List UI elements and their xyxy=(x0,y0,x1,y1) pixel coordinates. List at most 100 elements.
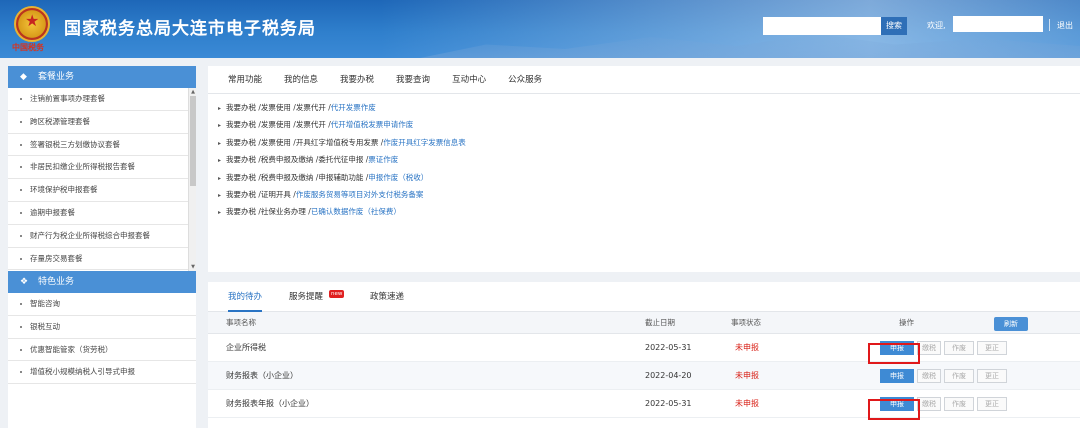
sidebar-item[interactable]: 财产行为税企业所得税综合申报套餐 xyxy=(8,225,196,248)
sidebar-section-featured[interactable]: ❖ 特色业务 xyxy=(8,271,196,293)
header-divider xyxy=(1049,19,1050,31)
sidebar-item[interactable]: 智能咨询 xyxy=(8,293,196,316)
pay-button[interactable]: 缴税 xyxy=(917,369,941,383)
sidebar-item[interactable]: 签署银税三方划缴协议套餐 xyxy=(8,134,196,157)
quick-link[interactable]: ▸ 我要办税 /证明开具 /作废服务贸易等项目对外支付税务备案 xyxy=(218,189,1080,206)
quick-link-list: ▸ 我要办税 /发票使用 /发票代开 /代开发票作废 ▸ 我要办税 /发票使用 /发… xyxy=(208,94,1080,224)
logout-link[interactable]: 退出 xyxy=(1057,20,1073,31)
bullet-icon xyxy=(20,189,22,192)
deadline: 2022-05-31 xyxy=(645,399,692,408)
correct-button[interactable]: 更正 xyxy=(977,341,1007,355)
new-badge: new xyxy=(329,290,345,298)
scroll-down-icon[interactable]: ▼ xyxy=(189,263,196,271)
tab-tax-handling[interactable]: 我要办税 xyxy=(340,66,374,93)
sidebar-item[interactable]: 存量房交易套餐 xyxy=(8,248,196,271)
pay-button[interactable]: 缴税 xyxy=(917,341,941,355)
void-button[interactable]: 作废 xyxy=(944,369,974,383)
correct-button[interactable]: 更正 xyxy=(977,369,1007,383)
quick-links-panel: 常用功能 我的信息 我要办税 我要查询 互动中心 公众服务 ▸ 我要办税 /发票使… xyxy=(208,66,1080,272)
tab-my-info[interactable]: 我的信息 xyxy=(284,66,318,93)
tab-service-reminder[interactable]: 服务提醒 xyxy=(289,282,323,312)
item-name: 企业所得税 xyxy=(226,343,266,352)
highlight-box xyxy=(868,343,920,364)
link-path: 我要办税 /发票使用 /开具红字增值税专用发票 / xyxy=(226,137,384,147)
tab-policy-express[interactable]: 政策速递 xyxy=(370,282,404,312)
item-name: 财务报表年报（小企业） xyxy=(226,399,314,408)
declare-button[interactable]: 申报 xyxy=(880,369,914,383)
tab-query[interactable]: 我要查询 xyxy=(396,66,430,93)
sidebar-item[interactable]: 增值税小规模纳税人引导式申报 xyxy=(8,361,196,385)
quick-link[interactable]: ▸ 我要办税 /发票使用 /开具红字增值税专用发票 /作废开具红字发票信息表 xyxy=(218,137,1080,154)
header-status: 事项状态 xyxy=(731,318,761,327)
featured-list: 智能咨询 银税互动 优惠智能管家（货劳税） 增值税小规模纳税人引导式申报 xyxy=(8,293,196,385)
deadline: 2022-04-20 xyxy=(645,371,692,380)
correct-button[interactable]: 更正 xyxy=(977,397,1007,411)
item-name: 财务报表（小企业） xyxy=(226,371,298,380)
void-button[interactable]: 作废 xyxy=(944,397,974,411)
sidebar-item[interactable]: 环境保护税申报套餐 xyxy=(8,179,196,202)
caret-right-icon: ▸ xyxy=(218,122,222,130)
table-row: 企业所得税 2022-05-31 未申报 申报 缴税 作废 更正 xyxy=(208,334,1080,362)
header-deadline: 截止日期 xyxy=(645,318,675,327)
link-target[interactable]: 作废开具红字发票信息表 xyxy=(383,138,466,147)
table-header: 事项名称 截止日期 事项状态 操作 刷新 xyxy=(208,312,1080,334)
sidebar-item[interactable]: 注销前置事项办理套餐 xyxy=(8,88,196,111)
sidebar-item-label: 注销前置事项办理套餐 xyxy=(30,94,105,103)
sidebar: ◆ 套餐业务 注销前置事项办理套餐 跨区税源管理套餐 签署银税三方划缴协议套餐 非… xyxy=(8,66,196,428)
link-target[interactable]: 代开增值税发票申请作废 xyxy=(331,120,414,129)
sidebar-item-label: 财产行为税企业所得税综合申报套餐 xyxy=(30,230,150,240)
sidebar-item-label: 增值税小规模纳税人引导式申报 xyxy=(30,367,135,377)
tab-public-service[interactable]: 公众服务 xyxy=(508,66,542,93)
sidebar-item[interactable]: 优惠智能管家（货劳税） xyxy=(8,339,196,362)
tab-common[interactable]: 常用功能 xyxy=(228,66,262,93)
quick-link[interactable]: ▸ 我要办税 /税费申报及缴纳 /委托代征申报 /票证作废 xyxy=(218,154,1080,171)
layers-icon: ◆ xyxy=(20,72,27,82)
void-button[interactable]: 作废 xyxy=(944,341,974,355)
link-target[interactable]: 票证作废 xyxy=(368,155,398,164)
sidebar-item-label: 非居民扣缴企业所得税报告套餐 xyxy=(30,162,135,172)
link-path: 我要办税 /发票使用 /发票代开 / xyxy=(226,103,331,112)
sidebar-item-label: 银税互动 xyxy=(30,321,60,331)
sidebar-item-label: 逾期申报套餐 xyxy=(30,207,75,217)
refresh-button[interactable]: 刷新 xyxy=(994,317,1028,331)
scroll-up-icon[interactable]: ▲ xyxy=(189,88,196,96)
quick-link[interactable]: ▸ 我要办税 /社保业务办理 /已确认数据作废（社保费） xyxy=(218,206,1080,223)
scroll-thumb[interactable] xyxy=(190,96,196,186)
username-field xyxy=(953,16,1043,32)
quick-link[interactable]: ▸ 我要办税 /发票使用 /发票代开 /代开发票作废 xyxy=(218,102,1080,119)
sidebar-item-label: 存量房交易套餐 xyxy=(30,253,83,263)
tab-interaction[interactable]: 互动中心 xyxy=(452,66,486,93)
link-target[interactable]: 已确认数据作废（社保费） xyxy=(311,207,401,216)
todo-tabs: 我的待办 服务提醒 new 政策速递 xyxy=(208,282,1080,312)
tab-my-todo[interactable]: 我的待办 xyxy=(228,282,263,312)
sidebar-item[interactable]: 跨区税源管理套餐 xyxy=(8,111,196,134)
sidebar-section-package[interactable]: ◆ 套餐业务 xyxy=(8,66,196,88)
link-target[interactable]: 作废服务贸易等项目对外支付税务备案 xyxy=(296,190,424,199)
sidebar-item-label: 环境保护税申报套餐 xyxy=(30,185,98,195)
search-button[interactable]: 搜索 xyxy=(881,17,907,35)
bullet-icon xyxy=(20,371,22,374)
bullet-icon xyxy=(20,120,22,123)
header-ops: 操作 xyxy=(899,318,914,327)
search-input[interactable] xyxy=(763,17,881,35)
bullet-icon xyxy=(20,98,22,100)
sidebar-item[interactable]: 非居民扣缴企业所得税报告套餐 xyxy=(8,156,196,180)
tax-emblem-icon: ★ xyxy=(14,6,50,42)
sidebar-item[interactable]: 银税互动 xyxy=(8,316,196,339)
header-item-name: 事项名称 xyxy=(226,318,256,327)
bullet-icon xyxy=(20,348,22,351)
status-badge: 未申报 xyxy=(735,399,759,408)
link-target[interactable]: 代开发票作废 xyxy=(331,103,376,112)
pay-button[interactable]: 缴税 xyxy=(917,397,941,411)
quick-link[interactable]: ▸ 我要办税 /发票使用 /发票代开 /代开增值税发票申请作废 xyxy=(218,119,1080,136)
link-target[interactable]: 申报作废（税收） xyxy=(368,173,428,182)
caret-right-icon: ▸ xyxy=(218,174,222,182)
sidebar-item[interactable]: 逾期申报套餐 xyxy=(8,202,196,225)
site-title: 国家税务总局大连市电子税务局 xyxy=(64,19,316,39)
quick-link[interactable]: ▸ 我要办税 /税费申报及缴纳 /申报辅助功能 /申报作废（税收） xyxy=(218,172,1080,189)
package-list: 注销前置事项办理套餐 跨区税源管理套餐 签署银税三方划缴协议套餐 非居民扣缴企业… xyxy=(8,88,196,271)
row-actions: 申报 缴税 作废 更正 xyxy=(880,369,1010,383)
sidebar-scrollbar[interactable]: ▲ ▼ xyxy=(188,88,196,271)
status-badge: 未申报 xyxy=(735,343,759,352)
bullet-icon xyxy=(20,303,22,305)
